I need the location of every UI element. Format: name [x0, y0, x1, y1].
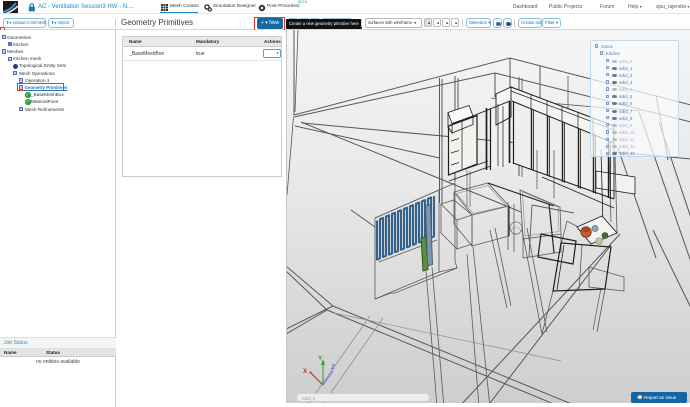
svg-text:Z: Z [330, 365, 335, 371]
svg-text:X: X [303, 369, 307, 375]
svg-text:Y: Y [318, 355, 323, 362]
